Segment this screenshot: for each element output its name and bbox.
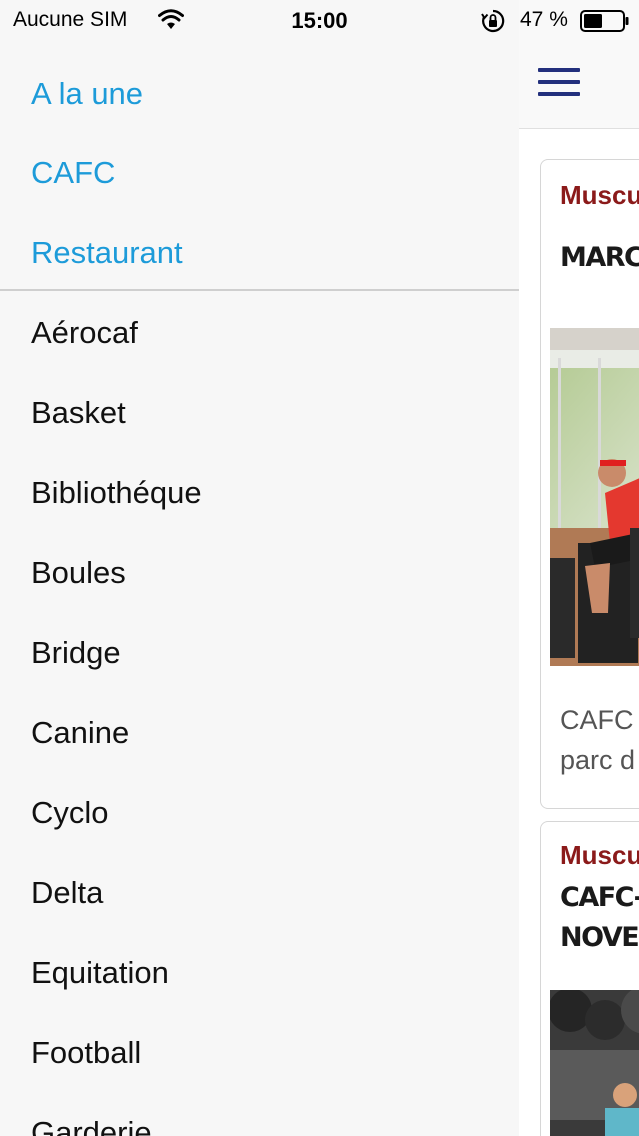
article-image[interactable] [550,990,639,1136]
menu-item-bibliotheque[interactable]: Bibliothéque [31,475,202,511]
battery-percent: 47 % [520,8,568,31]
menu-item-delta[interactable]: Delta [31,875,103,911]
article-excerpt-line: CAFC [560,705,634,735]
article-title[interactable]: CAFC-TH [560,878,639,918]
menu-item-aerocaf[interactable]: Aérocaf [31,315,138,351]
main-content: Muscu MARCHE [519,0,639,1136]
article-card[interactable]: Muscu CAFC-TH NOVEMB [540,821,639,1136]
status-bar: Aucune SIM 15:00 47 % [0,0,639,40]
menu-item-boules[interactable]: Boules [31,555,126,591]
orientation-lock-icon [481,9,505,33]
menu-item-a-la-une[interactable]: A la une [31,76,143,112]
menu-item-equitation[interactable]: Equitation [31,955,169,991]
article-category[interactable]: Muscu [560,840,639,871]
battery-icon [580,10,629,32]
menu-item-cafc[interactable]: CAFC [31,155,115,191]
gym-photo [550,328,639,666]
gym-photo [550,990,639,1136]
side-menu: A la une CAFC Restaurant Aérocaf Basket … [0,0,519,1136]
menu-divider [0,289,519,291]
menu-item-cyclo[interactable]: Cyclo [31,795,109,831]
menu-item-restaurant[interactable]: Restaurant [31,235,183,271]
menu-item-bridge[interactable]: Bridge [31,635,121,671]
article-card[interactable]: Muscu MARCHE [540,159,639,809]
menu-item-canine[interactable]: Canine [31,715,129,751]
menu-item-football[interactable]: Football [31,1035,141,1071]
article-image[interactable] [550,328,639,666]
article-category[interactable]: Muscu [560,180,639,211]
hamburger-icon[interactable] [538,68,580,98]
article-title[interactable]: NOVEMB [560,918,639,958]
menu-item-basket[interactable]: Basket [31,395,126,431]
article-title[interactable]: MARCHE [560,238,639,278]
menu-item-garderie[interactable]: Garderie [31,1115,152,1136]
article-excerpt-line: parc d [560,745,636,775]
